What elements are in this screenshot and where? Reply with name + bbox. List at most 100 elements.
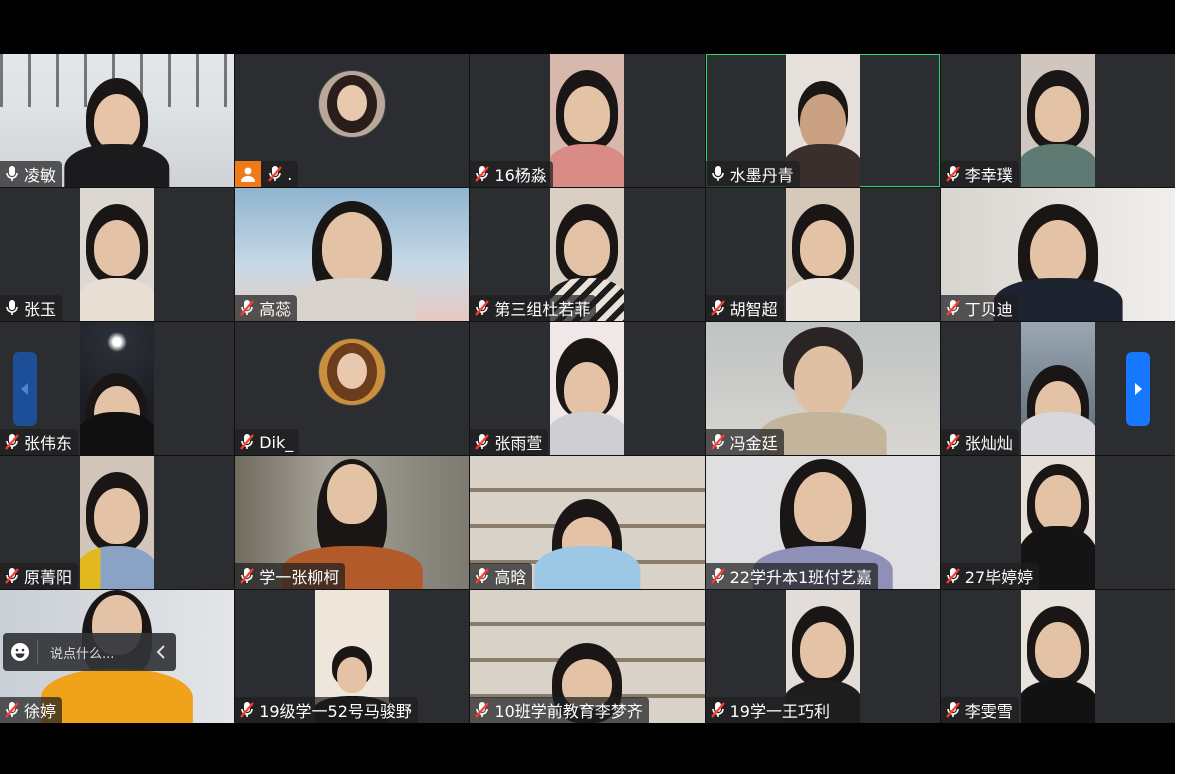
mic-muted-icon [945,299,961,317]
participant-name-tag: 22学升本1班付艺嘉 [705,563,879,589]
mic-muted-icon [710,567,726,585]
participant-tile[interactable]: Dik_ [235,322,470,455]
participant-name: 22学升本1班付艺嘉 [729,568,873,587]
chevron-left-icon [21,383,28,395]
smiley-icon [11,643,29,661]
chat-input-box[interactable]: 说点什么... [3,633,176,671]
participant-name: 学一张柳柯 [259,568,340,587]
participant-name-tag: 丁贝迪 [940,295,1019,321]
participant-name-tag: 高晗 [470,563,533,589]
participant-name: 张伟东 [24,434,73,453]
participant-tile[interactable]: 张玉 [0,188,235,321]
participant-video [1020,590,1095,723]
mic-on-icon [4,165,20,183]
participant-name: 16杨淼 [494,166,547,185]
participant-name-tag: 张灿灿 [940,429,1019,455]
participant-tile[interactable]: 李幸璞 [940,54,1175,187]
participant-tile[interactable]: . [235,54,470,187]
participant-name: 凌敏 [24,166,57,185]
participant-name: 27毕婷婷 [964,568,1034,587]
participant-name: 张灿灿 [964,434,1013,453]
emoji-button[interactable] [3,642,37,662]
participant-name-tag: 学一张柳柯 [235,563,346,589]
previous-page-button[interactable] [13,352,37,426]
mic-muted-icon [4,433,20,451]
participant-name: 徐婷 [24,702,57,721]
participant-tile[interactable]: 李雯雪 [940,590,1175,723]
participant-name-tag: 凌敏 [0,161,63,187]
participant-name: . [287,164,293,184]
participant-name: 原菁阳 [24,568,73,587]
chat-input-placeholder[interactable]: 说点什么... [50,643,146,662]
participant-name: 李幸璞 [964,166,1013,185]
collapse-chat-button[interactable] [146,645,176,659]
mic-on-icon [4,299,20,317]
participant-video [1020,322,1095,455]
bottom-toolbar-area [0,723,1179,774]
participant-name: 冯金廷 [729,434,778,453]
user-icon [235,161,262,187]
participant-tile[interactable]: 张雨萱 [470,322,705,455]
participant-name-tag: 高蕊 [235,295,298,321]
participant-tile[interactable]: 学一张柳柯 [235,456,470,589]
participant-name-tag: 16杨淼 [470,161,553,187]
participant-video [785,188,860,321]
participant-avatar [318,70,387,138]
participant-name: 高蕊 [259,300,292,319]
participant-tile[interactable]: 19级学一52号马骏野 [235,590,470,723]
participant-name-tag: 张伟东 [0,429,79,455]
mic-muted-icon [710,433,726,451]
mic-muted-icon [474,165,490,183]
mic-muted-icon [474,567,490,585]
participant-name-tag: 19学一王巧利 [705,697,836,723]
window-edge [1175,0,1179,774]
mic-muted-icon [474,299,490,317]
participant-tile[interactable]: 19学一王巧利 [705,590,940,723]
participant-tile[interactable]: 胡智超 [705,188,940,321]
participant-tile[interactable]: 原菁阳 [0,456,235,589]
participant-tile[interactable]: 22学升本1班付艺嘉 [705,456,940,589]
participant-name: 19级学一52号马骏野 [259,702,412,721]
participant-name-tag: 胡智超 [705,295,784,321]
mic-muted-icon [945,433,961,451]
mic-muted-icon [4,567,20,585]
participant-name-tag: 张玉 [0,295,63,321]
mic-on-icon [710,165,726,183]
participant-name: 胡智超 [729,300,778,319]
next-page-button[interactable] [1126,352,1150,426]
participant-video [80,456,155,589]
participant-name-tag: 第三组杜若菲 [470,295,597,321]
participant-tile-active-speaker[interactable]: 水墨丹青 [705,54,940,187]
participant-name: 高晗 [494,568,527,587]
video-grid: 凌敏 . 16杨淼 水墨丹青 李幸璞 张玉 高蕊 第三组杜若菲 胡智超 丁贝迪 … [0,54,1175,723]
chevron-right-icon [1135,383,1142,395]
participant-tile[interactable]: 16杨淼 [470,54,705,187]
participant-video [550,322,625,455]
mic-muted-icon [710,299,726,317]
participant-tile[interactable]: 高晗 [470,456,705,589]
participant-name: 李雯雪 [964,702,1013,721]
participant-name-tag: 10班学前教育李梦齐 [470,697,649,723]
mic-muted-icon [239,701,255,719]
chevron-left-icon [156,645,165,659]
participant-tile[interactable]: 高蕊 [235,188,470,321]
participant-video [1020,54,1095,187]
participant-video [80,322,155,455]
participant-name: Dik_ [259,432,294,452]
participant-video [80,188,155,321]
participant-tile[interactable]: 凌敏 [0,54,235,187]
participant-avatar [318,338,387,406]
participant-tile[interactable]: 10班学前教育李梦齐 [470,590,705,723]
participant-name: 19学一王巧利 [729,702,830,721]
participant-tile[interactable]: 冯金廷 [705,322,940,455]
participant-tile[interactable]: 丁贝迪 [940,188,1175,321]
mic-muted-icon [239,567,255,585]
participant-name-tag: 张雨萱 [470,429,549,455]
participant-name-tag: . [235,161,299,187]
participant-name: 张玉 [24,300,57,319]
participant-name: 第三组杜若菲 [494,300,591,319]
participant-name-tag: 19级学一52号马骏野 [235,697,418,723]
participant-tile[interactable]: 27毕婷婷 [940,456,1175,589]
participant-tile[interactable]: 第三组杜若菲 [470,188,705,321]
mic-muted-icon [474,433,490,451]
